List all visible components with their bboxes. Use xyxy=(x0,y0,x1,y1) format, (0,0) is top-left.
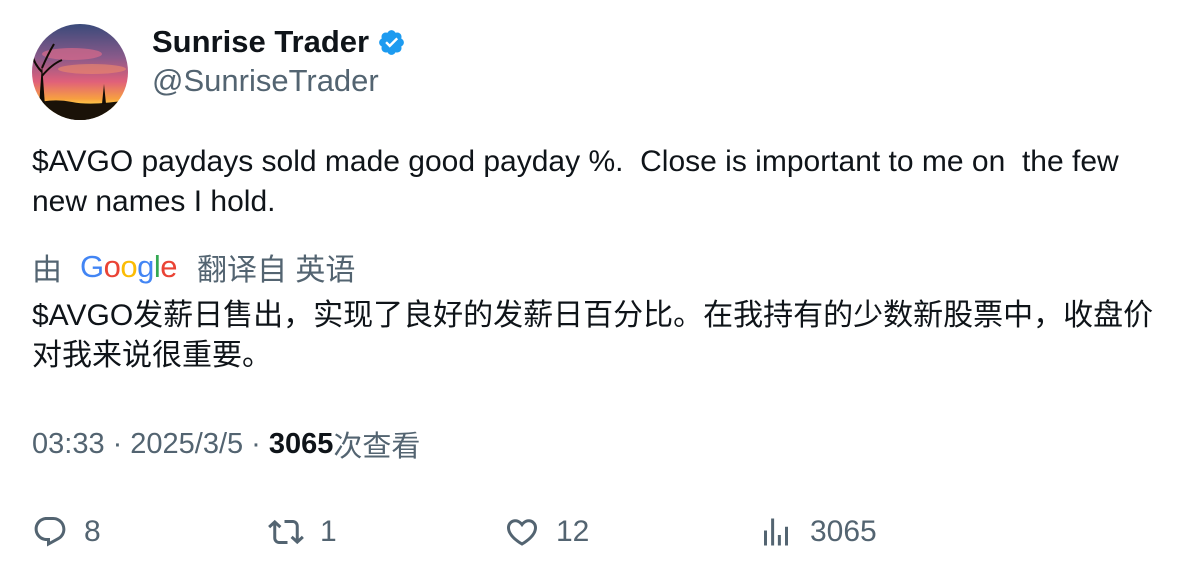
like-button[interactable]: 12 xyxy=(504,510,589,554)
views-count: 3065 xyxy=(268,427,334,460)
avatar[interactable] xyxy=(32,24,128,120)
reply-button[interactable]: 8 xyxy=(32,510,101,554)
retweet-button[interactable]: 1 xyxy=(268,510,337,554)
translation-prefix: 由 xyxy=(32,254,62,287)
meta-separator: · xyxy=(251,427,261,460)
tweet-text: $AVGO paydays sold made good payday %. C… xyxy=(32,145,1136,218)
reply-count: 8 xyxy=(84,515,101,548)
heart-icon xyxy=(506,519,538,546)
retweet-count: 1 xyxy=(320,515,337,548)
verified-badge-icon xyxy=(377,28,406,57)
retweet-icon xyxy=(268,519,304,545)
translation-suffix: 翻译自 英语 xyxy=(197,254,356,287)
translated-text: $AVGO发薪日售出，实现了良好的发薪日百分比。在我持有的少数新股票中，收盘价对… xyxy=(32,299,1154,372)
reply-icon xyxy=(34,517,66,547)
bar-chart-icon xyxy=(764,518,788,546)
translation-attribution: 由 Google 翻译自 英语 xyxy=(32,246,355,288)
display-name[interactable]: Sunrise Trader xyxy=(152,24,369,60)
tweet-time[interactable]: 03:33 xyxy=(32,428,105,461)
tweet-meta: 03:33 · 2025/3/5 · 3065 次查看 xyxy=(32,424,420,464)
views-action-count: 3065 xyxy=(810,515,877,548)
user-name-row: Sunrise Trader xyxy=(152,22,406,62)
user-handle[interactable]: @SunriseTrader xyxy=(152,63,379,99)
google-logo: Google xyxy=(80,249,178,284)
views-label: 次查看 xyxy=(333,431,421,463)
avatar-sunset-image xyxy=(32,24,128,120)
like-count: 12 xyxy=(556,515,590,548)
meta-separator: · xyxy=(112,427,123,460)
views-button[interactable]: 3065 xyxy=(758,510,877,554)
tweet-date[interactable]: 2025/3/5 xyxy=(130,428,243,461)
